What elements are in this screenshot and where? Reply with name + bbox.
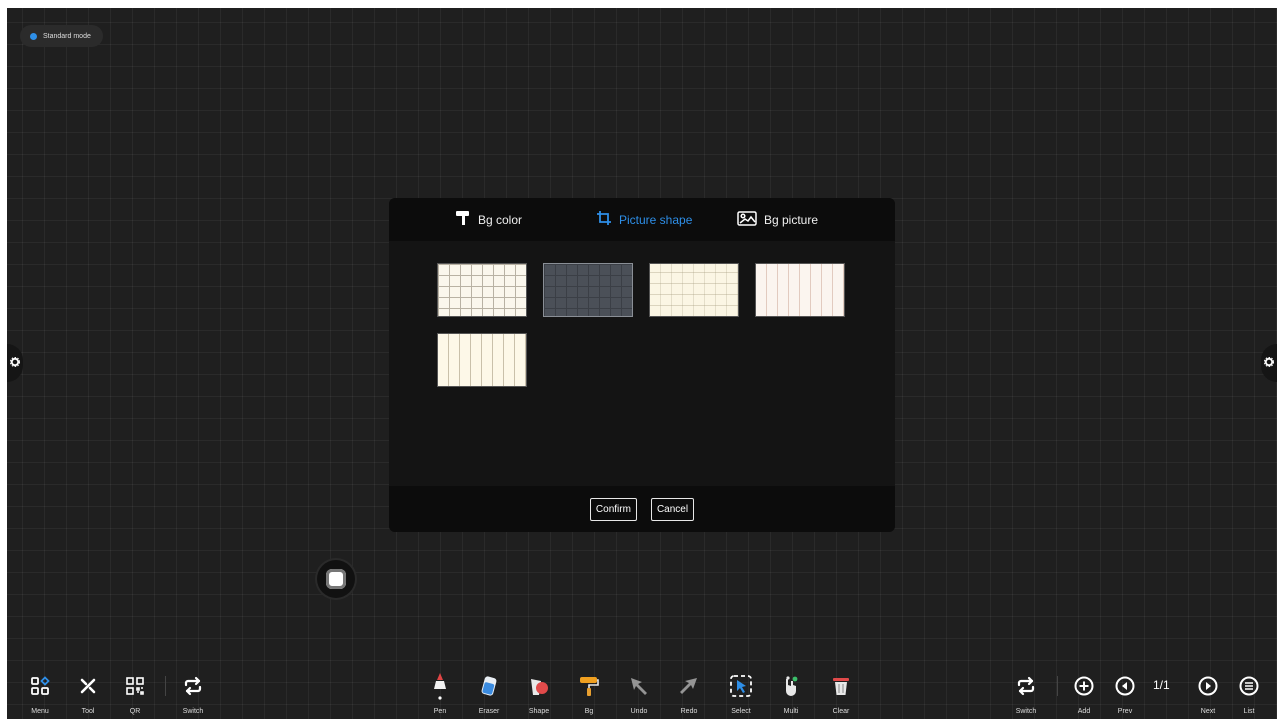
toolbar-undo-button[interactable]: Undo [617, 672, 661, 715]
toolbar-list-label: List [1243, 708, 1255, 715]
left-side-settings-tab[interactable] [7, 344, 23, 382]
toolbar-tool-label: Tool [81, 708, 95, 715]
toolbar-shape-button[interactable]: Shape [517, 672, 561, 715]
tab-bg-color-label: Bg color [478, 212, 523, 227]
undo-icon [628, 672, 650, 700]
toolbar-next-page-label: Next [1200, 708, 1216, 715]
floating-button-icon [326, 569, 346, 589]
mode-label: Standard mode [43, 32, 91, 40]
toolbar-multi-button[interactable]: Multi [769, 672, 813, 715]
eraser-icon [478, 672, 500, 700]
trash-icon [830, 672, 852, 700]
toolbar-pen-label: Pen [433, 708, 447, 715]
prev-page-icon [1115, 672, 1135, 700]
toolbar-multi-label: Multi [783, 708, 799, 715]
toolbar-prev-page-label: Prev [1117, 708, 1133, 715]
toolbar-prev-page-button[interactable]: Prev [1103, 672, 1147, 715]
toolbar-add-page-label: Add [1077, 708, 1091, 715]
toolbar-switch-left-label: Switch [182, 708, 204, 715]
dialog-tab-bar: Bg color Picture shape Bg picture [389, 198, 895, 241]
add-page-icon [1074, 672, 1094, 700]
toolbar-eraser-button[interactable]: Eraser [467, 672, 511, 715]
menu-grid-icon [30, 672, 50, 700]
toolbar-clear-button[interactable]: Clear [819, 672, 863, 715]
toolbar-pen-button[interactable]: Pen [418, 672, 462, 715]
toolbar-qr-button[interactable]: QR [113, 672, 157, 715]
multi-touch-icon [780, 672, 802, 700]
select-icon [729, 672, 753, 700]
toolbar-add-page-button[interactable]: Add [1062, 672, 1106, 715]
switch-icon [183, 672, 203, 700]
paint-roller-icon [455, 210, 471, 229]
thumbnail-stripe-cream[interactable] [437, 333, 527, 387]
toolbar-undo-label: Undo [630, 708, 648, 715]
thumbnail-dot-light[interactable] [649, 263, 739, 317]
mode-indicator[interactable]: Standard mode [20, 25, 103, 47]
toolbar-switch-left-button[interactable]: Switch [171, 672, 215, 715]
tools-icon [78, 672, 98, 700]
next-page-icon [1198, 672, 1218, 700]
tab-picture-shape[interactable]: Picture shape [596, 198, 692, 241]
screen-frame-right [1277, 0, 1281, 719]
toolbar-redo-button[interactable]: Redo [667, 672, 711, 715]
image-icon [737, 210, 757, 229]
screen-frame-left [0, 0, 7, 719]
dialog-footer: Confirm Cancel [389, 486, 895, 532]
tab-picture-shape-label: Picture shape [619, 212, 693, 227]
thumbnail-grid-light[interactable] [437, 263, 527, 317]
toolbar-shape-label: Shape [528, 708, 550, 715]
paint-roller-icon [578, 672, 600, 700]
toolbar-tool-button[interactable]: Tool [66, 672, 110, 715]
confirm-button[interactable]: Confirm [589, 497, 637, 521]
background-dialog: Bg color Picture shape Bg picture Confir… [389, 198, 895, 532]
toolbar-separator [165, 676, 166, 696]
toolbar-bg-button[interactable]: Bg [567, 672, 611, 715]
gear-icon [1263, 354, 1275, 372]
toolbar-qr-label: QR [129, 708, 141, 715]
toolbar-menu-label: Menu [31, 708, 49, 715]
toolbar-bg-label: Bg [584, 708, 594, 715]
tab-bg-picture-label: Bg picture [764, 212, 819, 227]
cancel-button[interactable]: Cancel [650, 497, 695, 521]
toolbar-redo-label: Redo [680, 708, 698, 715]
tab-bg-picture[interactable]: Bg picture [737, 198, 818, 241]
redo-icon [678, 672, 700, 700]
thumbnail-stripe-pink[interactable] [755, 263, 845, 317]
mode-status-dot [30, 32, 37, 40]
toolbar-eraser-label: Eraser [478, 708, 500, 715]
switch-icon [1016, 672, 1036, 700]
toolbar-next-page-button[interactable]: Next [1186, 672, 1230, 715]
shape-icon [528, 672, 550, 700]
crop-icon [596, 210, 612, 229]
right-side-settings-tab[interactable] [1261, 344, 1277, 382]
toolbar-switch-right-button[interactable]: Switch [1004, 672, 1048, 715]
screen-frame-top [0, 0, 1281, 8]
toolbar-list-button[interactable]: List [1227, 672, 1271, 715]
list-icon [1239, 672, 1259, 700]
toolbar-select-button[interactable]: Select [719, 672, 763, 715]
qr-code-icon [125, 672, 145, 700]
toolbar-separator [1057, 676, 1058, 696]
toolbar-switch-right-label: Switch [1015, 708, 1037, 715]
toolbar-select-label: Select [731, 708, 751, 715]
thumbnail-grid-dark[interactable] [543, 263, 633, 317]
toolbar-clear-label: Clear [832, 708, 850, 715]
pen-icon [430, 672, 450, 700]
toolbar-menu-button[interactable]: Menu [18, 672, 62, 715]
page-indicator: 1/1 [1153, 678, 1170, 692]
tab-bg-color[interactable]: Bg color [455, 198, 522, 241]
gear-icon [9, 354, 21, 372]
floating-action-button[interactable] [317, 560, 355, 598]
